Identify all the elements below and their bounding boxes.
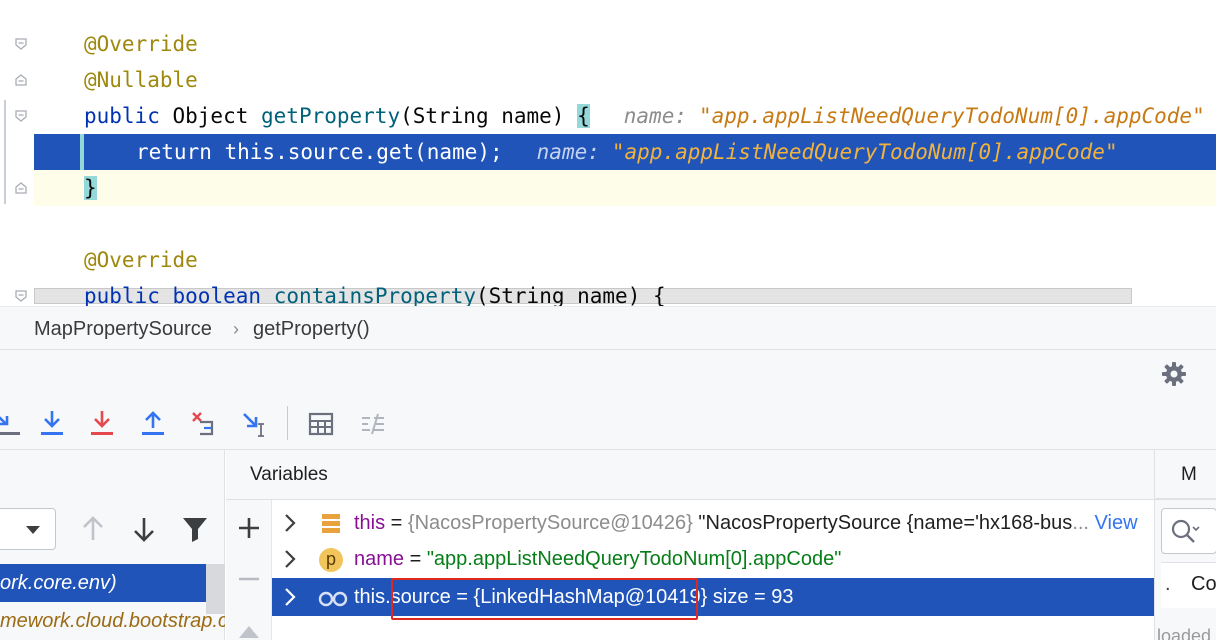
console-row[interactable]: . Co — [1161, 562, 1216, 608]
view-link[interactable]: View — [1089, 512, 1138, 534]
keyword-public: public — [84, 284, 160, 306]
right-side-panel: M . Co loaded — [1154, 450, 1216, 640]
tab-underline — [1155, 498, 1216, 500]
chevron-right-icon[interactable] — [282, 578, 300, 616]
variable-name: this — [354, 512, 386, 534]
trace-current-stream-icon[interactable] — [358, 408, 388, 440]
return-statement: return this.source.get(name); — [136, 140, 503, 164]
annotation-override: @Override — [84, 248, 198, 272]
breadcrumb-method[interactable]: getProperty() — [253, 318, 370, 341]
move-up-icon[interactable] — [236, 618, 262, 640]
chevron-down-icon — [25, 523, 41, 541]
return-type: Object — [159, 104, 262, 128]
annotation-override: @Override — [84, 32, 198, 56]
right-tab-label[interactable]: M — [1181, 464, 1197, 486]
variable-ellipsis: ... — [1072, 512, 1089, 534]
open-brace: { — [577, 104, 590, 128]
toolbar-separator — [287, 406, 288, 440]
field-stack-icon — [318, 511, 344, 537]
watch-glasses-icon — [318, 585, 348, 611]
parameter-icon: p — [318, 547, 344, 573]
breadcrumb-separator: › — [233, 319, 239, 339]
frames-scrollbar[interactable] — [206, 564, 225, 614]
variables-header: Variables — [226, 450, 1154, 500]
debug-tool-window-header — [0, 350, 1216, 398]
variable-extra: size = 93 — [707, 586, 794, 608]
gear-icon[interactable] — [1160, 360, 1188, 388]
parameter-letter: p — [326, 549, 337, 569]
keyword-boolean: boolean — [172, 284, 262, 306]
console-dot: . — [1165, 573, 1171, 595]
frame-label: ork.core.env) — [0, 572, 117, 594]
variable-ref: {NacosPropertySource@10426} — [407, 512, 693, 534]
variable-name: name — [354, 548, 405, 570]
breadcrumb: MapPropertySource › getProperty() — [0, 306, 1216, 350]
inlay-hint-key: name: — [623, 104, 687, 128]
chevron-right-icon[interactable] — [282, 540, 300, 578]
arrow-up-icon[interactable] — [78, 514, 108, 544]
fold-icon[interactable] — [14, 37, 28, 51]
variables-title: Variables — [250, 464, 328, 485]
frame-label: mework.cloud.bootstrap.c — [0, 610, 225, 632]
debugger-toolbar — [0, 398, 1216, 450]
variable-value: "app.appListNeedQueryTodoNum[0].appCode" — [426, 548, 842, 570]
fold-icon[interactable] — [14, 289, 28, 303]
search-field[interactable] — [1161, 508, 1216, 554]
execution-point-line[interactable]: return this.source.get(name); name: "app.a… — [34, 134, 1216, 170]
breadcrumb-class[interactable]: MapPropertySource — [34, 318, 212, 341]
code-line[interactable]: @Override — [34, 242, 1216, 278]
frame-row[interactable]: mework.cloud.bootstrap.c — [0, 602, 225, 640]
code-line[interactable]: } — [34, 170, 1216, 206]
variable-eq: = — [404, 548, 427, 570]
method-name: getProperty — [261, 104, 401, 128]
search-icon — [1170, 518, 1200, 551]
remove-watch-icon[interactable] — [236, 566, 262, 592]
frame-row[interactable]: ork.core.env) — [0, 564, 225, 602]
step-over-icon[interactable] — [0, 408, 24, 440]
method-params: (String name) { — [475, 284, 666, 306]
close-brace: } — [84, 176, 97, 200]
code-line[interactable]: @Override — [34, 26, 1216, 62]
inlay-hint-value: "app.appListNeedQueryTodoNum[0].appCode" — [611, 140, 1118, 164]
editor-gutter — [0, 0, 32, 306]
method-params: (String name) — [400, 104, 578, 128]
force-step-into-icon[interactable] — [88, 408, 118, 440]
code-editor[interactable]: @Override @Nullable public Object getPro… — [0, 0, 1216, 306]
step-into-icon[interactable] — [38, 408, 68, 440]
variable-row[interactable]: this = {NacosPropertySource@10426} "Naco… — [272, 504, 1154, 542]
code-line-signature[interactable]: public Object getProperty(String name) {… — [34, 98, 1216, 134]
fold-icon[interactable] — [14, 109, 28, 123]
chevron-right-icon[interactable] — [282, 504, 300, 542]
thread-selector[interactable] — [0, 508, 56, 550]
step-out-icon[interactable] — [139, 408, 169, 440]
caret — [80, 134, 84, 170]
filter-icon[interactable] — [180, 514, 210, 544]
loaded-text: loaded — [1157, 626, 1212, 640]
console-label: Co — [1191, 573, 1216, 595]
highlight-annotation-box — [391, 578, 698, 620]
fold-icon[interactable] — [14, 73, 28, 87]
run-to-cursor-icon[interactable] — [241, 408, 271, 440]
inlay-hint-key: name: — [536, 140, 600, 164]
annotation-nullable: @Nullable — [84, 68, 198, 92]
fold-icon[interactable] — [14, 181, 28, 195]
keyword-public: public — [84, 104, 160, 128]
method-name: containsProperty — [273, 284, 476, 306]
code-line[interactable]: @Nullable — [34, 62, 1216, 98]
code-line[interactable]: public boolean containsProperty(String n… — [34, 278, 1216, 306]
inlay-hint-value: "app.appListNeedQueryTodoNum[0].appCode" — [698, 104, 1205, 128]
add-watch-icon[interactable] — [236, 515, 262, 541]
variable-eq: = — [385, 512, 408, 534]
change-marker — [4, 100, 6, 204]
drop-frame-icon[interactable] — [190, 408, 220, 440]
evaluate-expression-icon[interactable] — [307, 408, 337, 440]
variable-row[interactable]: p name = "app.appListNeedQueryTodoNum[0]… — [272, 540, 1154, 578]
variable-value: "NacosPropertySource {name='hx168-bus — [692, 512, 1073, 534]
arrow-down-icon[interactable] — [129, 514, 159, 544]
